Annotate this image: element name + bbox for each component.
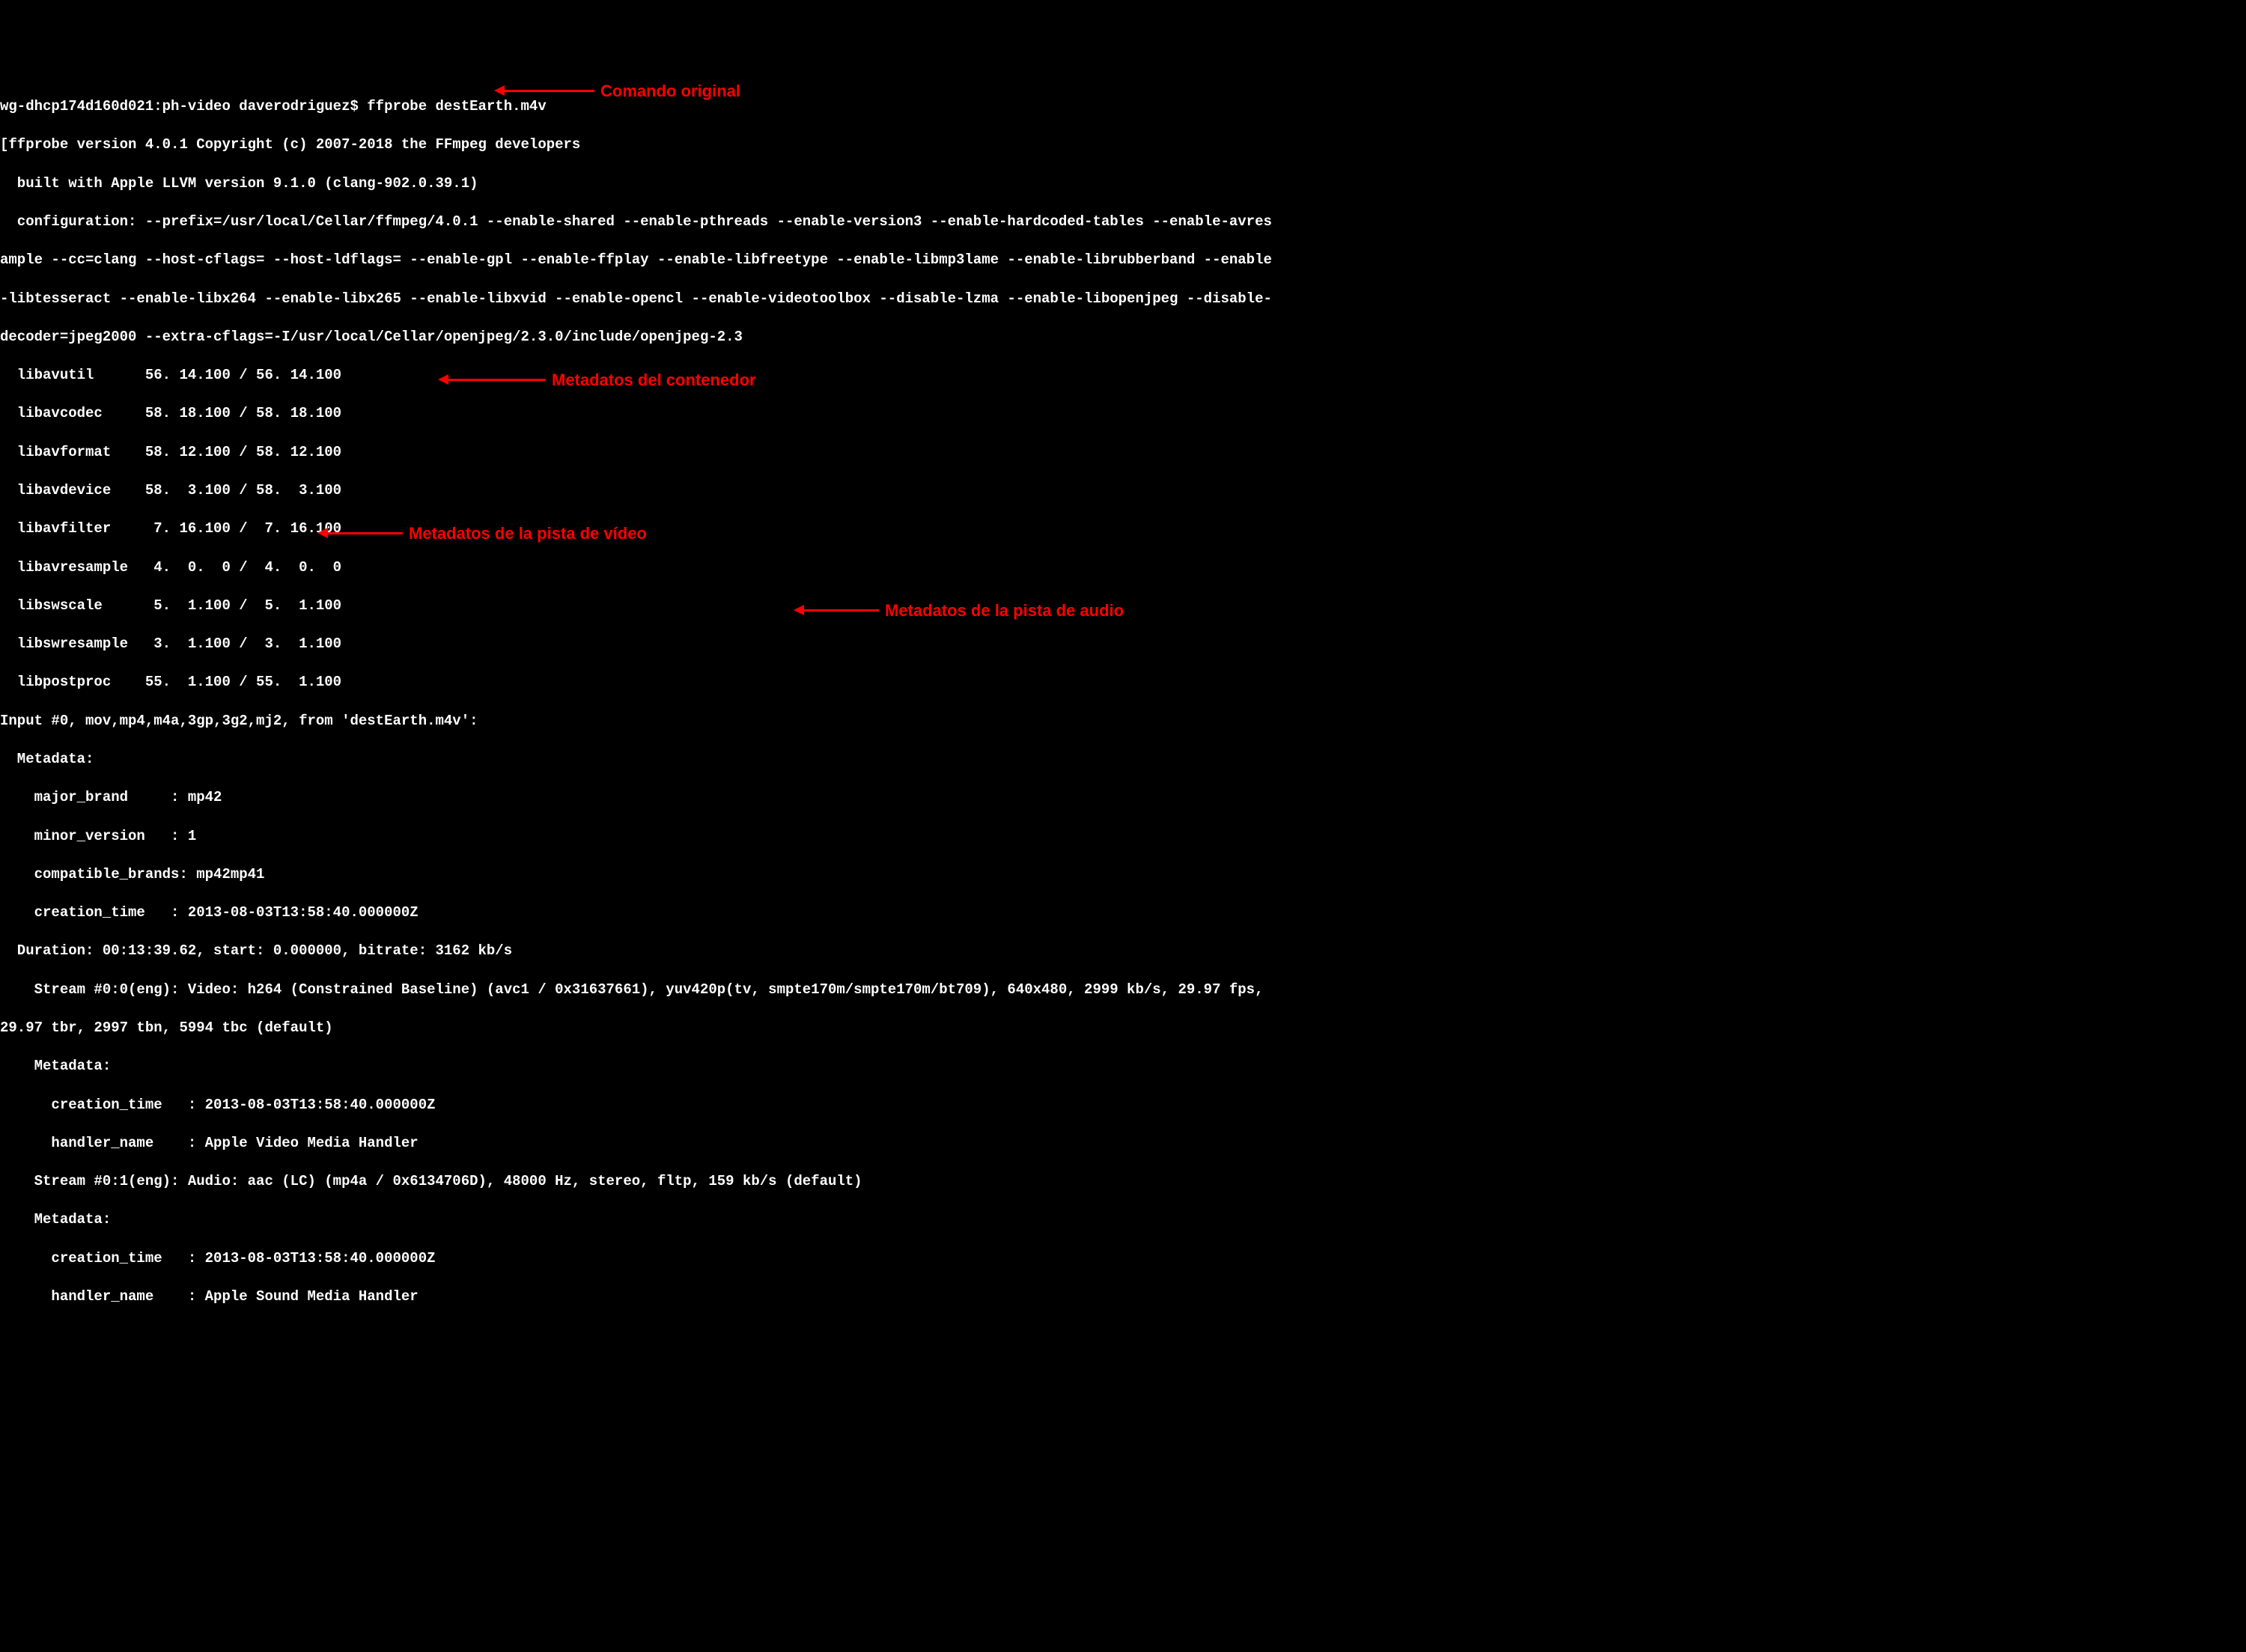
output-line: Metadata: bbox=[0, 750, 2246, 769]
output-line: libavdevice 58. 3.100 / 58. 3.100 bbox=[0, 481, 2246, 501]
output-line: decoder=jpeg2000 --extra-cflags=-I/usr/l… bbox=[0, 328, 2246, 347]
output-line: libavutil 56. 14.100 / 56. 14.100 bbox=[0, 366, 2246, 385]
output-line: configuration: --prefix=/usr/local/Cella… bbox=[0, 213, 2246, 232]
output-line: ample --cc=clang --host-cflags= --host-l… bbox=[0, 251, 2246, 270]
output-line: libswresample 3. 1.100 / 3. 1.100 bbox=[0, 635, 2246, 654]
output-line: creation_time : 2013-08-03T13:58:40.0000… bbox=[0, 1096, 2246, 1115]
output-line: libavformat 58. 12.100 / 58. 12.100 bbox=[0, 443, 2246, 463]
output-line: minor_version : 1 bbox=[0, 827, 2246, 847]
arrow-line bbox=[505, 90, 594, 92]
output-line: -libtesseract --enable-libx264 --enable-… bbox=[0, 290, 2246, 309]
output-line: 29.97 tbr, 2997 tbn, 5994 tbc (default) bbox=[0, 1019, 2246, 1038]
output-line: Stream #0:0(eng): Video: h264 (Constrain… bbox=[0, 981, 2246, 1000]
output-line: built with Apple LLVM version 9.1.0 (cla… bbox=[0, 174, 2246, 194]
terminal-output: wg-dhcp174d160d021:ph-video daverodrigue… bbox=[0, 79, 2246, 1556]
output-line: [ffprobe version 4.0.1 Copyright (c) 200… bbox=[0, 135, 2246, 155]
output-line: Metadata: bbox=[0, 1057, 2246, 1076]
arrow-left-icon bbox=[494, 85, 505, 96]
output-line: libpostproc 55. 1.100 / 55. 1.100 bbox=[0, 673, 2246, 692]
output-line: major_brand : mp42 bbox=[0, 788, 2246, 808]
output-line: handler_name : Apple Video Media Handler bbox=[0, 1134, 2246, 1153]
output-line: compatible_brands: mp42mp41 bbox=[0, 865, 2246, 885]
output-line: creation_time : 2013-08-03T13:58:40.0000… bbox=[0, 1249, 2246, 1269]
output-line: handler_name : Apple Sound Media Handler bbox=[0, 1287, 2246, 1307]
output-line: libswscale 5. 1.100 / 5. 1.100 bbox=[0, 597, 2246, 616]
output-line: libavfilter 7. 16.100 / 7. 16.100 bbox=[0, 519, 2246, 539]
output-line: Duration: 00:13:39.62, start: 0.000000, … bbox=[0, 942, 2246, 961]
output-line: libavresample 4. 0. 0 / 4. 0. 0 bbox=[0, 558, 2246, 578]
output-line: Input #0, mov,mp4,m4a,3gp,3g2,mj2, from … bbox=[0, 712, 2246, 731]
output-line: Metadata: bbox=[0, 1210, 2246, 1230]
prompt-line[interactable]: wg-dhcp174d160d021:ph-video daverodrigue… bbox=[0, 97, 2246, 117]
output-line: Stream #0:1(eng): Audio: aac (LC) (mp4a … bbox=[0, 1172, 2246, 1192]
output-line: libavcodec 58. 18.100 / 58. 18.100 bbox=[0, 404, 2246, 424]
output-line: creation_time : 2013-08-03T13:58:40.0000… bbox=[0, 903, 2246, 923]
